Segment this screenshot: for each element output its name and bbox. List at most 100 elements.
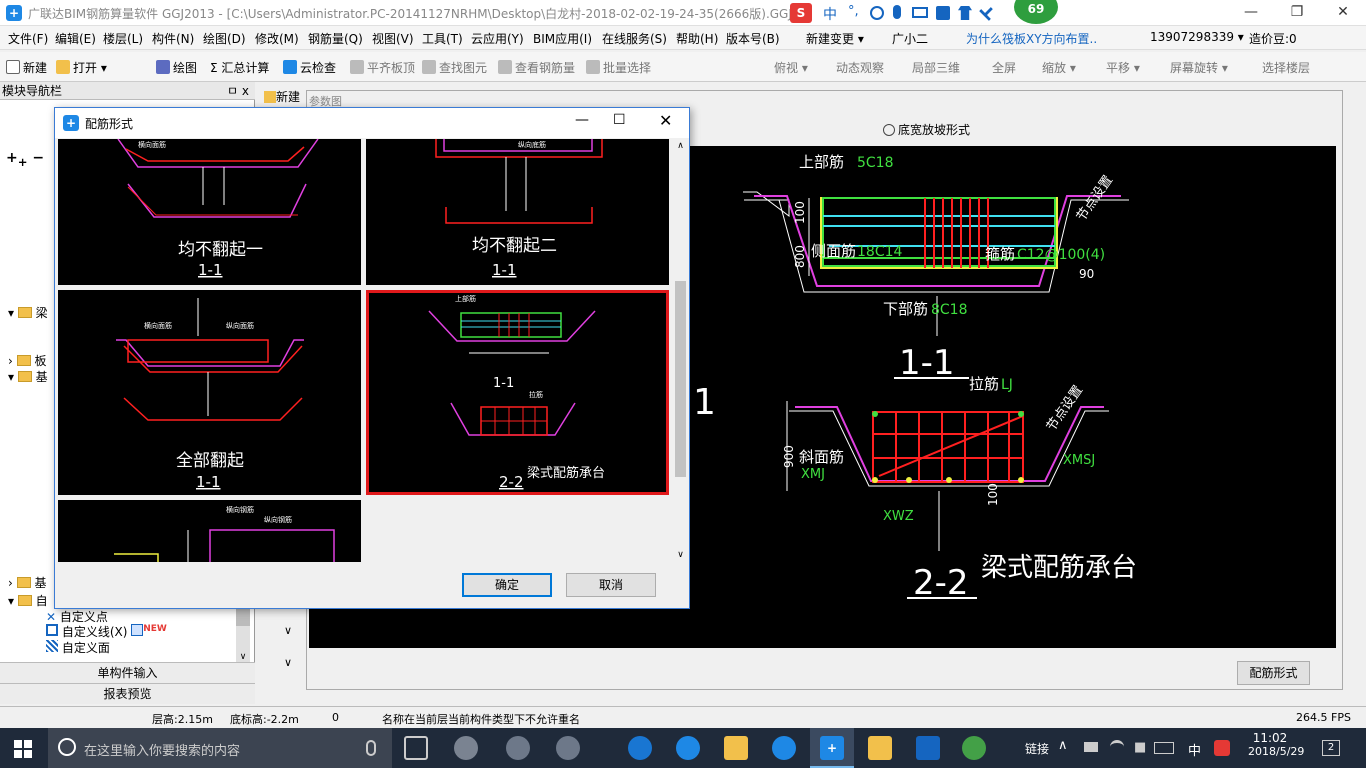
zoom-button[interactable]: 缩放 ▾ (1042, 59, 1076, 76)
report-preview-button[interactable]: 报表预览 (0, 683, 255, 704)
select-floor-button[interactable]: 选择楼层 (1262, 59, 1310, 76)
menu-bim[interactable]: BIM应用(I) (533, 30, 592, 47)
ime-keyboard-icon[interactable] (912, 7, 928, 18)
view-rebar-qty-button[interactable]: 查看钢筋量 (498, 59, 575, 76)
dialog-scrollbar[interactable]: ∧ ∨ (672, 139, 689, 562)
dialog-maximize-button[interactable]: ☐ (613, 112, 626, 128)
find-element-button[interactable]: 查找图元 (422, 59, 487, 76)
slope-form-radio[interactable]: 底宽放坡形式 (883, 121, 970, 138)
menu-version[interactable]: 版本号(B) (726, 30, 780, 47)
file-explorer-icon[interactable] (724, 736, 748, 760)
active-app-slot[interactable]: + (810, 728, 854, 768)
ime-settings-icon[interactable] (977, 3, 997, 23)
ime-emoji-icon[interactable] (870, 6, 884, 20)
form-option-all-bend[interactable]: 横向面筋 纵向面筋 全部翻起 1-1 (58, 290, 361, 495)
battery-icon[interactable] (1084, 742, 1098, 752)
menu-tools[interactable]: 工具(T) (422, 30, 463, 47)
scroll-down-icon[interactable]: ∨ (284, 624, 292, 637)
ime-mic-icon[interactable] (893, 5, 901, 19)
menu-cloud[interactable]: 云应用(Y) (471, 30, 524, 47)
clipboard-app-icon[interactable] (916, 736, 940, 760)
notification-center-icon[interactable]: 2 (1322, 740, 1340, 756)
green-app-icon[interactable] (962, 736, 986, 760)
expand-all-icon[interactable]: ++ − (6, 150, 44, 169)
volume-icon[interactable]: ■ (1134, 740, 1146, 755)
taskbar-link[interactable]: 链接 (1025, 740, 1049, 757)
menu-help[interactable]: 帮助(H) (676, 30, 718, 47)
ime-lang-indicator[interactable]: 中 (823, 4, 837, 24)
new-component-tab[interactable]: 新建 (264, 88, 300, 105)
menu-cost-beans[interactable]: 造价豆:0 (1249, 30, 1297, 47)
minimize-button[interactable]: — (1228, 0, 1274, 26)
ime-logo-icon[interactable]: S (790, 3, 812, 23)
draw-button[interactable]: 绘图 (156, 59, 197, 76)
form-option-5[interactable]: 横向钢筋 纵向钢筋 (58, 500, 361, 562)
open-button[interactable]: 打开 ▾ (56, 59, 107, 76)
ie-legacy-icon[interactable] (506, 736, 530, 760)
tree-node-beam[interactable]: ▾ 梁 (8, 304, 48, 321)
sogou-tray-icon[interactable] (1214, 740, 1230, 756)
scroll-down-icon-2[interactable]: ∨ (284, 656, 292, 669)
menu-view[interactable]: 视图(V) (372, 30, 414, 47)
ime-toolbox-icon[interactable] (936, 6, 950, 20)
tree-item-custom-line[interactable]: 自定义线(X) NEW (46, 623, 167, 640)
batch-select-button[interactable]: 批量选择 (586, 59, 651, 76)
rebar-form-button[interactable]: 配筋形式 (1237, 661, 1310, 685)
cloud-check-button[interactable]: 云检查 (283, 59, 336, 76)
dynamic-observe-button[interactable]: 动态观察 (836, 59, 884, 76)
menu-online[interactable]: 在线服务(S) (602, 30, 667, 47)
menu-rebar-qty[interactable]: 钢筋量(Q) (308, 30, 363, 47)
pan-button[interactable]: 平移 ▾ (1106, 59, 1140, 76)
dialog-minimize-button[interactable]: — (575, 112, 589, 128)
menu-edit[interactable]: 编辑(E) (55, 30, 96, 47)
menu-question-link[interactable]: 为什么筏板XY方向布置.. (966, 30, 1097, 47)
menu-user-account[interactable]: 13907298339 ▾ (1150, 30, 1244, 44)
tray-expand-icon[interactable]: ∧ (1058, 738, 1068, 753)
cancel-button[interactable]: 取消 (566, 573, 656, 597)
clock[interactable]: 11:02 2018/5/29 (1248, 731, 1304, 758)
tree-scrollbar[interactable]: ∨ (236, 602, 250, 662)
taskbar-search-box[interactable]: 在这里输入你要搜索的内容 (48, 728, 392, 768)
fan-app-icon[interactable] (454, 736, 478, 760)
tree-node-slab[interactable]: › 板 (8, 352, 46, 369)
tree-node-foundation[interactable]: ▾ 基 (8, 368, 48, 385)
panel-pin-close[interactable]: ㅁ x (227, 82, 249, 99)
start-windows-icon[interactable] (14, 740, 32, 758)
microphone-icon[interactable] (366, 740, 376, 756)
keyboard-icon[interactable] (1154, 742, 1174, 754)
edge-icon[interactable] (628, 736, 652, 760)
screen-rotate-button[interactable]: 屏幕旋转 ▾ (1170, 59, 1228, 76)
tree-item-custom-face[interactable]: 自定义面 (46, 639, 110, 656)
menu-assistant[interactable]: 广小二 (892, 30, 928, 47)
summary-calc-button[interactable]: Σ 汇总计算 (210, 59, 269, 76)
tree-node-other[interactable]: › 基 (8, 574, 46, 591)
restore-button[interactable]: ❐ (1274, 0, 1320, 26)
single-component-input-button[interactable]: 单构件输入 (0, 662, 255, 683)
ok-button[interactable]: 确定 (462, 573, 552, 597)
dialog-close-button[interactable]: ✕ (659, 111, 672, 130)
menu-component[interactable]: 构件(N) (152, 30, 194, 47)
menu-file[interactable]: 文件(F) (8, 30, 48, 47)
browser-swirl-icon[interactable] (556, 736, 580, 760)
tree-node-custom[interactable]: ▾ 自 (8, 592, 48, 609)
ime-punct-indicator[interactable]: °, (848, 4, 859, 19)
wifi-icon[interactable] (1110, 740, 1124, 754)
score-badge[interactable]: 69 (1014, 0, 1058, 24)
close-button[interactable]: ✕ (1320, 0, 1366, 26)
menu-new-change[interactable]: 新建变更 ▾ (806, 30, 864, 47)
menu-modify[interactable]: 修改(M) (255, 30, 299, 47)
top-view-button[interactable]: 俯视 ▾ (774, 59, 808, 76)
task-view-icon[interactable] (404, 736, 428, 760)
form-option-no-bend-2[interactable]: 纵向底筋 均不翻起二 1-1 (366, 139, 669, 285)
form-option-beam-cap-selected[interactable]: 上部筋 1-1 拉筋 2-2 梁式配筋承台 (366, 290, 669, 495)
menu-draw[interactable]: 绘图(D) (203, 30, 246, 47)
align-slab-top-button[interactable]: 平齐板顶 (350, 59, 415, 76)
fullscreen-button[interactable]: 全屏 (992, 59, 1016, 76)
menu-floor[interactable]: 楼层(L) (103, 30, 143, 47)
input-language[interactable]: 中 (1188, 740, 1201, 759)
form-option-no-bend-1[interactable]: 横向面筋 均不翻起一 1-1 (58, 139, 361, 285)
glodon-g-icon[interactable] (772, 736, 796, 760)
internet-explorer-icon[interactable] (676, 736, 700, 760)
notes-app-icon[interactable] (868, 736, 892, 760)
new-button[interactable]: 新建 (6, 59, 47, 76)
